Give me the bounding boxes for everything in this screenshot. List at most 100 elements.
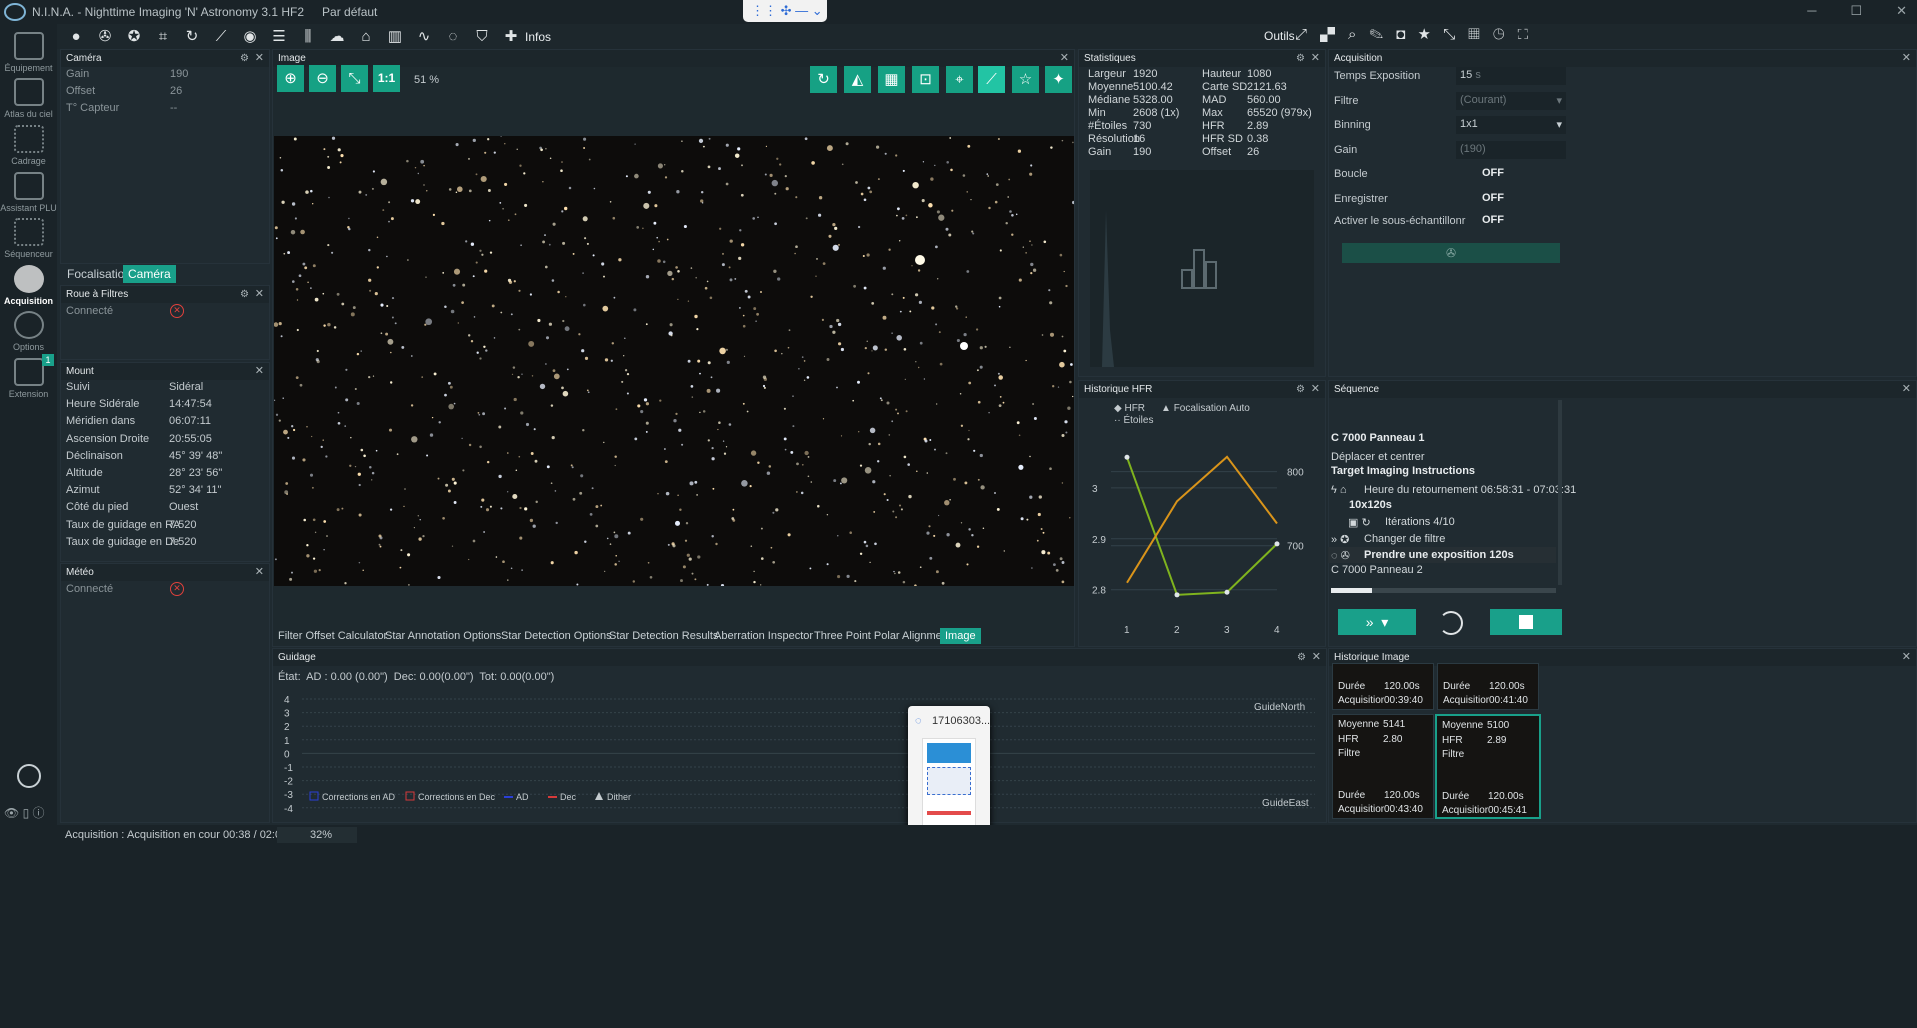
bulb-icon[interactable]: ◌ <box>443 27 463 47</box>
save-toggle[interactable]: OFF <box>1482 192 1504 204</box>
close-icon[interactable]: ✕ <box>1312 649 1321 666</box>
taskbar-preview-popup[interactable]: ◌ 17106303... <box>908 706 990 833</box>
star <box>283 252 286 255</box>
power-icon[interactable] <box>17 764 41 788</box>
star <box>779 163 782 166</box>
skip-button[interactable]: » ▾ <box>1338 609 1416 635</box>
loop-toggle[interactable]: OFF <box>1482 167 1504 179</box>
dome-icon[interactable]: ⌂ <box>356 27 376 47</box>
list-icon[interactable]: ☰ <box>269 27 289 47</box>
target-icon[interactable]: ◉ <box>240 27 260 47</box>
close-icon[interactable]: ✕ <box>1060 50 1069 67</box>
sky-image[interactable] <box>274 136 1074 586</box>
filter-select[interactable]: (Courant) ▾ <box>1456 92 1566 110</box>
focuser-icon[interactable]: ⌗ <box>153 27 173 47</box>
close-icon[interactable]: ✕ <box>255 363 264 380</box>
star <box>498 474 502 479</box>
sliders-icon[interactable]: ⫼ <box>298 27 318 47</box>
tab-image-tool[interactable]: Aberration Inspector <box>709 628 818 644</box>
tab-image-tool[interactable]: Image <box>940 628 981 644</box>
pin-icon[interactable]: ⚙ <box>1297 649 1306 666</box>
infos-button[interactable]: Infos <box>525 30 551 44</box>
one-to-one-button[interactable]: 1:1 <box>373 65 400 92</box>
rotator-icon[interactable]: ↻ <box>182 27 202 47</box>
gain-input[interactable]: (190) <box>1456 141 1566 159</box>
sidebar-item-sky-atlas[interactable]: Atlas du ciel <box>0 78 57 119</box>
pin-icon[interactable]: ⚙ <box>240 50 249 67</box>
footer-icons[interactable]: 👁 ▯ ⓘ <box>4 804 45 821</box>
sidebar-item-flat-wizard[interactable]: Assistant PLU <box>0 172 57 213</box>
minimize-icon[interactable]: ─ <box>1807 3 1816 19</box>
sidebar-item-acquisition[interactable]: Acquisition <box>0 265 57 306</box>
snap-toolbar[interactable]: ⋮⋮ ✣ — ⌄ <box>743 0 827 22</box>
puzzle-icon[interactable]: ✚ <box>501 27 521 47</box>
filter-wheel-icon[interactable]: ✪ <box>124 27 144 47</box>
flip-button[interactable]: ◭ <box>844 66 871 93</box>
star <box>302 262 306 266</box>
close-icon[interactable]: ✕ <box>255 50 264 67</box>
sidebar-item-options[interactable]: Options <box>0 311 57 352</box>
history-thumbnail[interactable]: Durée 120.00s Acquisitior 00:39:40 <box>1332 663 1434 710</box>
star <box>869 561 871 564</box>
tab-image-tool[interactable]: Star Detection Options <box>496 628 617 644</box>
history-thumbnail[interactable]: Moyenne 5100 HFR 2.89 Filtre Durée 120.00s Acqu… <box>1435 714 1541 819</box>
pause-spinner-icon[interactable] <box>1439 611 1463 635</box>
close-icon[interactable]: ✕ <box>1311 381 1320 398</box>
zoom-in-button[interactable]: ⊕ <box>277 65 304 92</box>
star <box>400 549 403 552</box>
history-thumbnail[interactable]: Durée 120.00s Acquisitior 00:41:40 <box>1437 663 1539 710</box>
shield-icon[interactable]: ⛉ <box>472 27 492 47</box>
rotate-button[interactable]: ↻ <box>810 66 837 93</box>
stretch-button[interactable]: ⟋ <box>978 66 1005 93</box>
sequence-scrollbar[interactable] <box>1558 400 1562 585</box>
tools-icons[interactable]: ⤢▞⌕✎◘★⤡▦◷⛶ <box>1295 26 1541 43</box>
star <box>337 421 341 425</box>
start-capture-button[interactable]: ✇ <box>1342 243 1560 263</box>
tab-image-tool[interactable]: Star Detection Results <box>604 628 723 644</box>
telescope-icon[interactable]: ⟋ <box>211 27 231 47</box>
statistics-title: Statistiques <box>1084 53 1136 64</box>
star <box>341 302 345 306</box>
close-icon[interactable]: ✕ <box>1902 381 1911 398</box>
pin-icon[interactable]: ⚙ <box>1296 50 1305 67</box>
sidebar-item-extension[interactable]: Extension 1 <box>0 354 57 399</box>
chart-icon[interactable]: ▥ <box>385 27 405 47</box>
shutter-icon[interactable]: ✇ <box>95 27 115 47</box>
star <box>634 437 638 441</box>
stop-button[interactable] <box>1490 609 1562 635</box>
tab-image-tool[interactable]: Three Point Polar Alignment <box>809 628 956 644</box>
close-icon[interactable]: ✕ <box>1902 50 1911 67</box>
sidebar-item-framing[interactable]: Cadrage <box>0 125 57 166</box>
star <box>862 254 865 258</box>
tab-camera[interactable]: Caméra <box>123 265 176 283</box>
tools-label[interactable]: Outils <box>1264 29 1295 43</box>
detect-stars-button[interactable]: ⊡ <box>912 66 939 93</box>
guider-icon[interactable]: ∿ <box>414 27 434 47</box>
maximize-icon[interactable]: ☐ <box>1850 3 1862 19</box>
close-icon[interactable]: ✕ <box>255 564 264 581</box>
close-icon[interactable]: ✕ <box>1902 649 1911 666</box>
zoom-out-button[interactable]: ⊖ <box>309 65 336 92</box>
plate-solve-button[interactable]: ✦ <box>1045 66 1072 93</box>
crosshair-button[interactable]: ⌖ <box>946 66 973 93</box>
star-annotate-button[interactable]: ☆ <box>1012 66 1039 93</box>
pin-icon[interactable]: ⚙ <box>1296 381 1305 398</box>
star <box>626 372 630 376</box>
grid-button[interactable]: ▦ <box>878 66 905 93</box>
pin-icon[interactable]: ⚙ <box>240 286 249 303</box>
close-icon[interactable]: ✕ <box>1311 50 1320 67</box>
mount-row-label: Altitude <box>66 467 103 479</box>
subsample-toggle[interactable]: OFF <box>1482 214 1504 226</box>
exposure-input[interactable]: 15 s <box>1456 67 1566 85</box>
tab-image-tool[interactable]: Filter Offset Calculator <box>273 628 392 644</box>
tab-image-tool[interactable]: Star Annotation Options <box>380 628 506 644</box>
cloud-icon[interactable]: ☁ <box>327 27 347 47</box>
fit-button[interactable]: ⤡ <box>341 65 368 92</box>
binning-select[interactable]: 1x1 ▾ <box>1456 116 1566 134</box>
close-icon[interactable]: ✕ <box>1896 3 1907 19</box>
sidebar-item-sequencer[interactable]: Séquenceur <box>0 218 57 259</box>
moon-icon[interactable]: ● <box>66 27 86 47</box>
sidebar-item-equipment[interactable]: Équipement <box>0 32 57 73</box>
history-thumbnail[interactable]: Moyenne 5141 HFR 2.80 Filtre Durée 120.00s Acqu… <box>1332 714 1434 819</box>
close-icon[interactable]: ✕ <box>255 286 264 303</box>
